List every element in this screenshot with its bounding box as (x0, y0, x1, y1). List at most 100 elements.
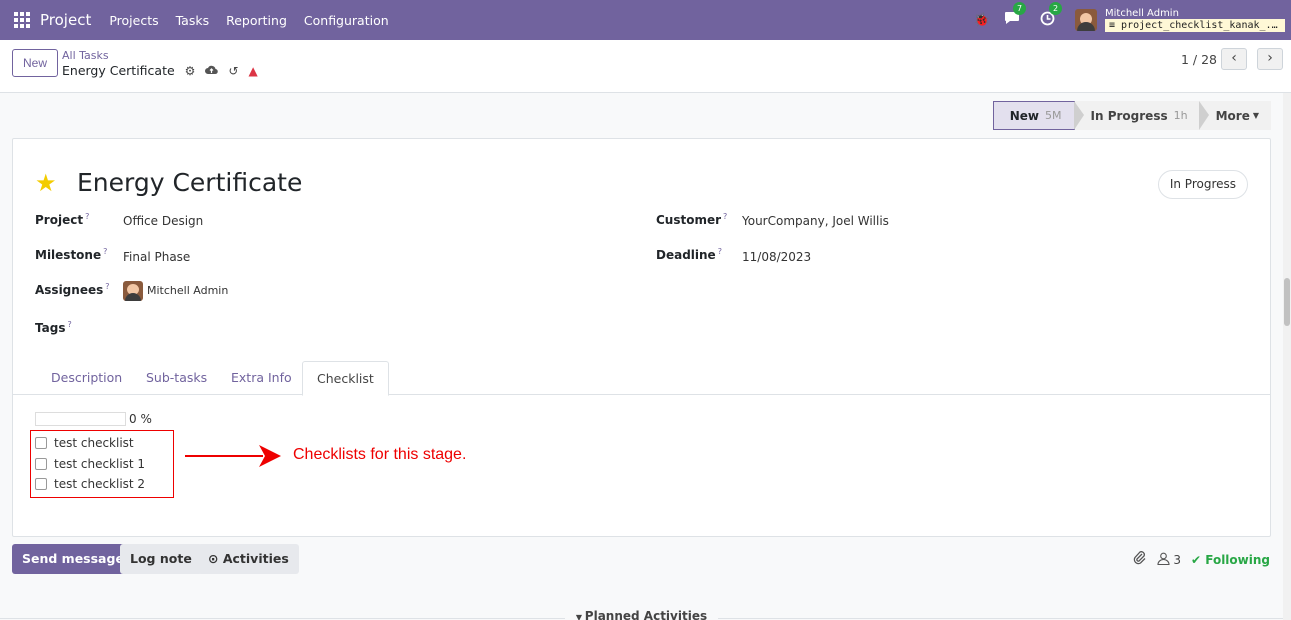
main-menu: Projects Tasks Reporting Configuration (109, 13, 405, 28)
activities-clock-icon[interactable]: 2 (1040, 1, 1062, 30)
annotation-arrow-icon (185, 445, 281, 467)
undo-icon[interactable]: ↺ (228, 64, 238, 78)
checklist-item[interactable]: test checklist (35, 436, 134, 450)
task-title[interactable]: Energy Certificate (77, 168, 302, 197)
record-name: Energy Certificate (62, 63, 175, 78)
checklist-item[interactable]: test checklist 2 (35, 477, 145, 491)
checkbox[interactable] (35, 437, 47, 449)
deadline-field[interactable]: 11/08/2023 (742, 250, 811, 264)
help-icon[interactable]: ? (718, 247, 722, 256)
customer-label: Customer? (656, 212, 727, 227)
help-icon[interactable]: ? (103, 247, 107, 256)
control-panel: New All Tasks Energy Certificate ⚙ ↺ ▲ 1… (0, 40, 1291, 93)
database-name: ≡ project_checklist_kanak_... (1105, 19, 1285, 32)
pager-previous-button[interactable]: ‹ (1221, 48, 1247, 70)
pager-next-button[interactable]: › (1257, 48, 1283, 70)
tab-sub-tasks[interactable]: Sub-tasks (132, 361, 221, 395)
top-navbar: Project Projects Tasks Reporting Configu… (0, 0, 1291, 40)
priority-star-icon[interactable]: ★ (35, 169, 57, 197)
caret-down-icon: ▼ (1252, 111, 1259, 120)
stage-new-label: New (1009, 108, 1040, 123)
user-menu[interactable]: Mitchell Admin ≡ project_checklist_kanak… (1105, 8, 1285, 32)
project-field[interactable]: Office Design (123, 214, 203, 228)
messages-badge: 7 (1013, 2, 1026, 15)
stage-in-progress[interactable]: In Progress 1h (1073, 101, 1200, 130)
planned-activities-toggle[interactable]: ▼ Planned Activities (0, 609, 1283, 620)
customer-field[interactable]: YourCompany, Joel Willis (742, 214, 889, 228)
checklist-item[interactable]: test checklist 1 (35, 457, 145, 471)
warning-icon[interactable]: ▲ (249, 64, 258, 78)
menu-configuration[interactable]: Configuration (304, 13, 389, 28)
deadline-label-text: Deadline (656, 248, 716, 262)
tab-checklist[interactable]: Checklist (302, 361, 389, 396)
menu-tasks[interactable]: Tasks (176, 13, 210, 28)
breadcrumb-all-tasks[interactable]: All Tasks (62, 49, 109, 62)
menu-projects[interactable]: Projects (109, 13, 158, 28)
checklist-item-label: test checklist 1 (54, 457, 146, 471)
log-note-button[interactable]: Log note (120, 544, 202, 574)
milestone-label-text: Milestone (35, 248, 102, 262)
paperclip-icon[interactable] (1133, 551, 1147, 568)
project-label-text: Project (35, 213, 84, 227)
assignees-label-text: Assignees (35, 283, 104, 297)
assignee-avatar (123, 281, 143, 301)
scrollbar[interactable] (1283, 93, 1291, 620)
stage-more-dropdown[interactable]: More ▼ (1198, 101, 1271, 130)
notebook-tabs: Description Sub-tasks Extra Info Checkli… (13, 361, 1270, 396)
scrollbar-thumb[interactable] (1284, 278, 1290, 326)
assignees-field[interactable]: Mitchell Admin (123, 281, 228, 301)
followers-count[interactable]: 3 (1173, 553, 1181, 567)
planned-activities-label: Planned Activities (584, 609, 708, 620)
navbar-systray: 🐞 7 2 Mitchell Admin ≡ project_checklist… (974, 0, 1291, 40)
tags-label: Tags? (35, 320, 72, 335)
help-icon[interactable]: ? (105, 282, 109, 291)
chatter-topbar-right: 3 ✔ Following (1133, 551, 1270, 568)
tags-label-text: Tags (35, 321, 66, 335)
help-icon[interactable]: ? (67, 320, 71, 329)
user-avatar[interactable] (1075, 9, 1097, 31)
kanban-state-badge[interactable]: In Progress (1157, 170, 1248, 199)
menu-reporting[interactable]: Reporting (226, 13, 287, 28)
assignee-name: Mitchell Admin (147, 284, 229, 297)
following-button[interactable]: ✔ Following (1191, 553, 1270, 567)
debug-bug-icon[interactable]: 🐞 (974, 13, 990, 28)
checkbox[interactable] (35, 458, 47, 470)
app-name[interactable]: Project (40, 11, 91, 29)
checkbox[interactable] (35, 478, 47, 490)
tab-description[interactable]: Description (37, 361, 136, 395)
stage-more-label: More (1215, 108, 1250, 123)
checklist-progress-text: 0 % (129, 412, 152, 426)
new-record-button[interactable]: New (12, 49, 59, 77)
form-sheet: ★ Energy Certificate In Progress Project… (12, 138, 1271, 537)
help-icon[interactable]: ? (85, 212, 89, 221)
milestone-label: Milestone? (35, 247, 107, 262)
clock-icon: ⊙ (208, 551, 223, 566)
followers-user-icon[interactable] (1157, 552, 1170, 568)
stage-in-progress-duration: 1h (1173, 109, 1188, 122)
pager-value[interactable]: 1 / 28 (1181, 52, 1217, 67)
messages-icon[interactable]: 7 (1004, 2, 1026, 29)
customer-label-text: Customer (656, 213, 722, 227)
user-name: Mitchell Admin (1105, 8, 1179, 19)
activities-button-label: Activities (222, 551, 289, 566)
deadline-label: Deadline? (656, 247, 722, 262)
help-icon[interactable]: ? (723, 212, 727, 221)
send-message-button[interactable]: Send message (12, 544, 134, 574)
project-label: Project? (35, 212, 89, 227)
app-grid-icon[interactable] (13, 11, 31, 29)
stage-statusbar: New 5M In Progress 1h More ▼ (992, 101, 1271, 130)
stage-new[interactable]: New 5M (992, 101, 1075, 130)
cloud-upload-icon[interactable] (205, 64, 219, 78)
following-label: Following (1205, 552, 1270, 567)
checklist-progress-bar (35, 412, 126, 426)
caret-down-icon: ▼ (575, 613, 585, 620)
tab-extra-info[interactable]: Extra Info (217, 361, 306, 395)
record-title-line: Energy Certificate ⚙ ↺ ▲ (62, 63, 258, 78)
database-name-text: project_checklist_kanak_... (1121, 20, 1284, 31)
checklist-item-label: test checklist 2 (54, 477, 146, 491)
activities-button[interactable]: ⊙ Activities (198, 544, 299, 574)
milestone-field[interactable]: Final Phase (123, 250, 190, 264)
stage-new-duration: 5M (1045, 109, 1062, 122)
gear-icon[interactable]: ⚙ (185, 64, 196, 78)
stage-in-progress-label: In Progress (1090, 108, 1168, 123)
